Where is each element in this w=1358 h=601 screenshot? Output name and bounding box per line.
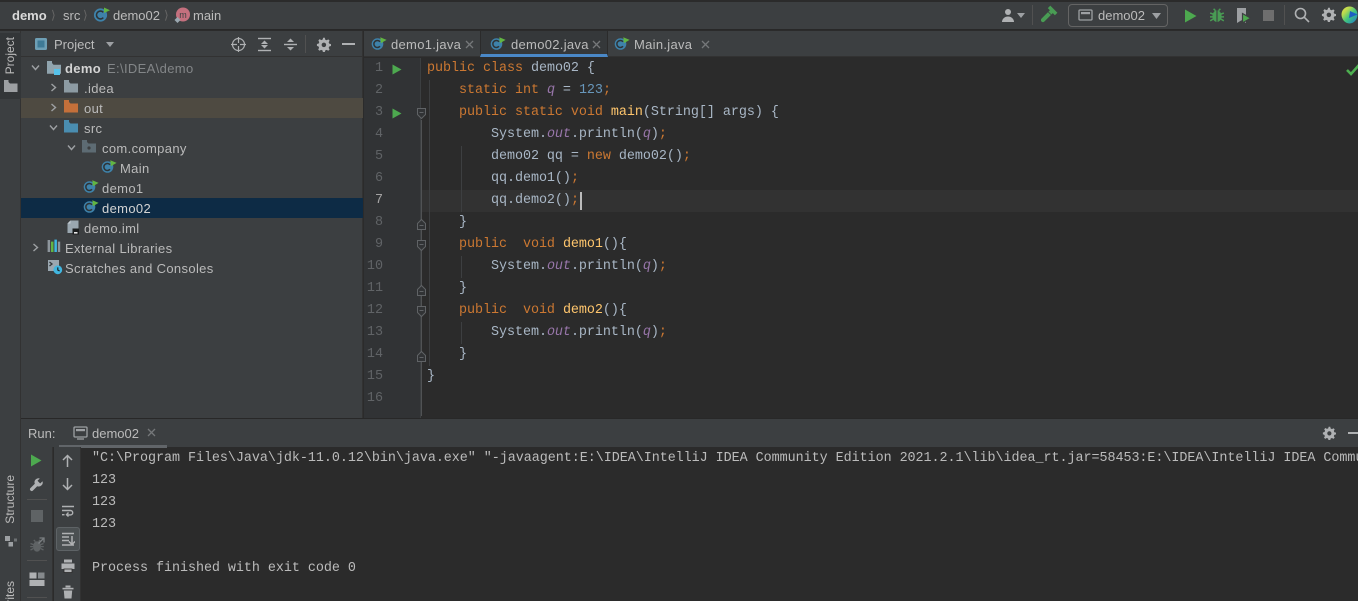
- svg-text:m: m: [179, 10, 187, 20]
